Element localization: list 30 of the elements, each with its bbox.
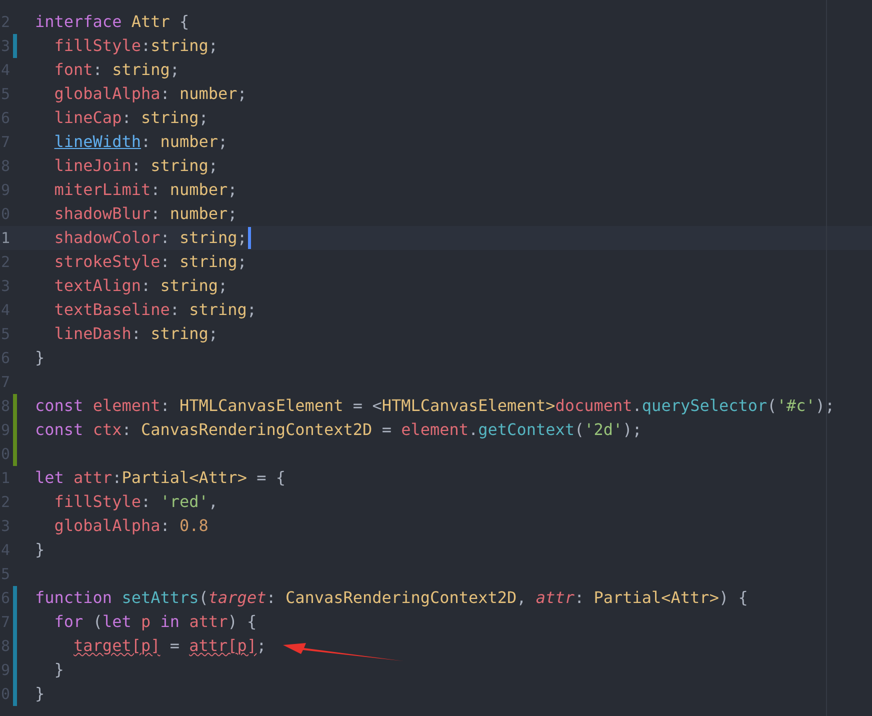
code-line: lineCap: string;	[53, 107, 208, 129]
code-line: target[p] = attr[p];	[72, 635, 266, 657]
code-line: strokeStyle: string;	[53, 251, 247, 273]
code-line: globalAlpha: number;	[53, 83, 247, 105]
code-line: globalAlpha: 0.8	[53, 515, 208, 537]
code-line: fillStyle:string;	[53, 35, 218, 57]
code-line: for (let p in attr) {	[53, 611, 257, 633]
text-cursor	[248, 227, 251, 249]
code-line: }	[53, 659, 64, 681]
code-line: lineDash: string;	[53, 323, 218, 345]
code-line: textAlign: string;	[53, 275, 228, 297]
code-editor[interactable]	[0, 0, 872, 716]
code-line: lineWidth: number;	[53, 131, 228, 153]
code-line: interface Attr {	[35, 11, 190, 33]
code-line: shadowColor: string;	[53, 227, 247, 249]
code-line: textBaseline: string;	[53, 299, 257, 321]
code-line: function setAttrs(target: CanvasRenderingContext2D, attr: Partial<Attr>) {	[35, 587, 748, 609]
code-line: fillStyle: 'red',	[53, 491, 218, 513]
code-line: }	[35, 539, 45, 561]
code-line: }	[35, 683, 45, 705]
code-line: let attr:Partial<Attr> = {	[35, 467, 286, 489]
line-number: 1	[0, 229, 10, 247]
code-link[interactable]: lineWidth	[54, 132, 141, 151]
code-line: }	[35, 347, 45, 369]
code-line: shadowBlur: number;	[53, 203, 238, 225]
code-line: const ctx: CanvasRenderingContext2D = element.getContext('2d');	[35, 419, 642, 441]
code-line: miterLimit: number;	[53, 179, 238, 201]
code-line: lineJoin: string;	[53, 155, 218, 177]
code-line: font: string;	[53, 59, 180, 81]
code-line: const element: HTMLCanvasElement = <HTMLCanvasElement>document.querySelector('#c');	[35, 395, 835, 417]
